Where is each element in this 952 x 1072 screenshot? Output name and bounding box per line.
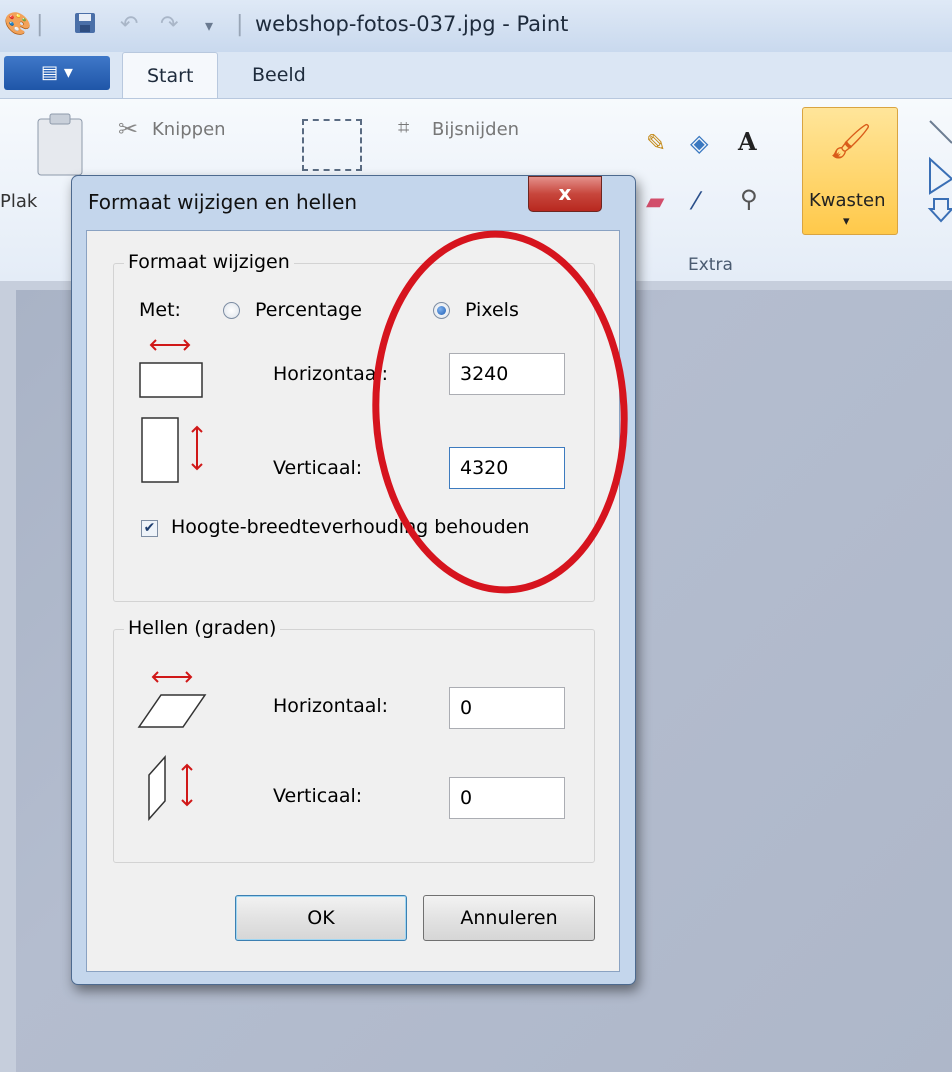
annotation-ellipse [372,230,628,594]
